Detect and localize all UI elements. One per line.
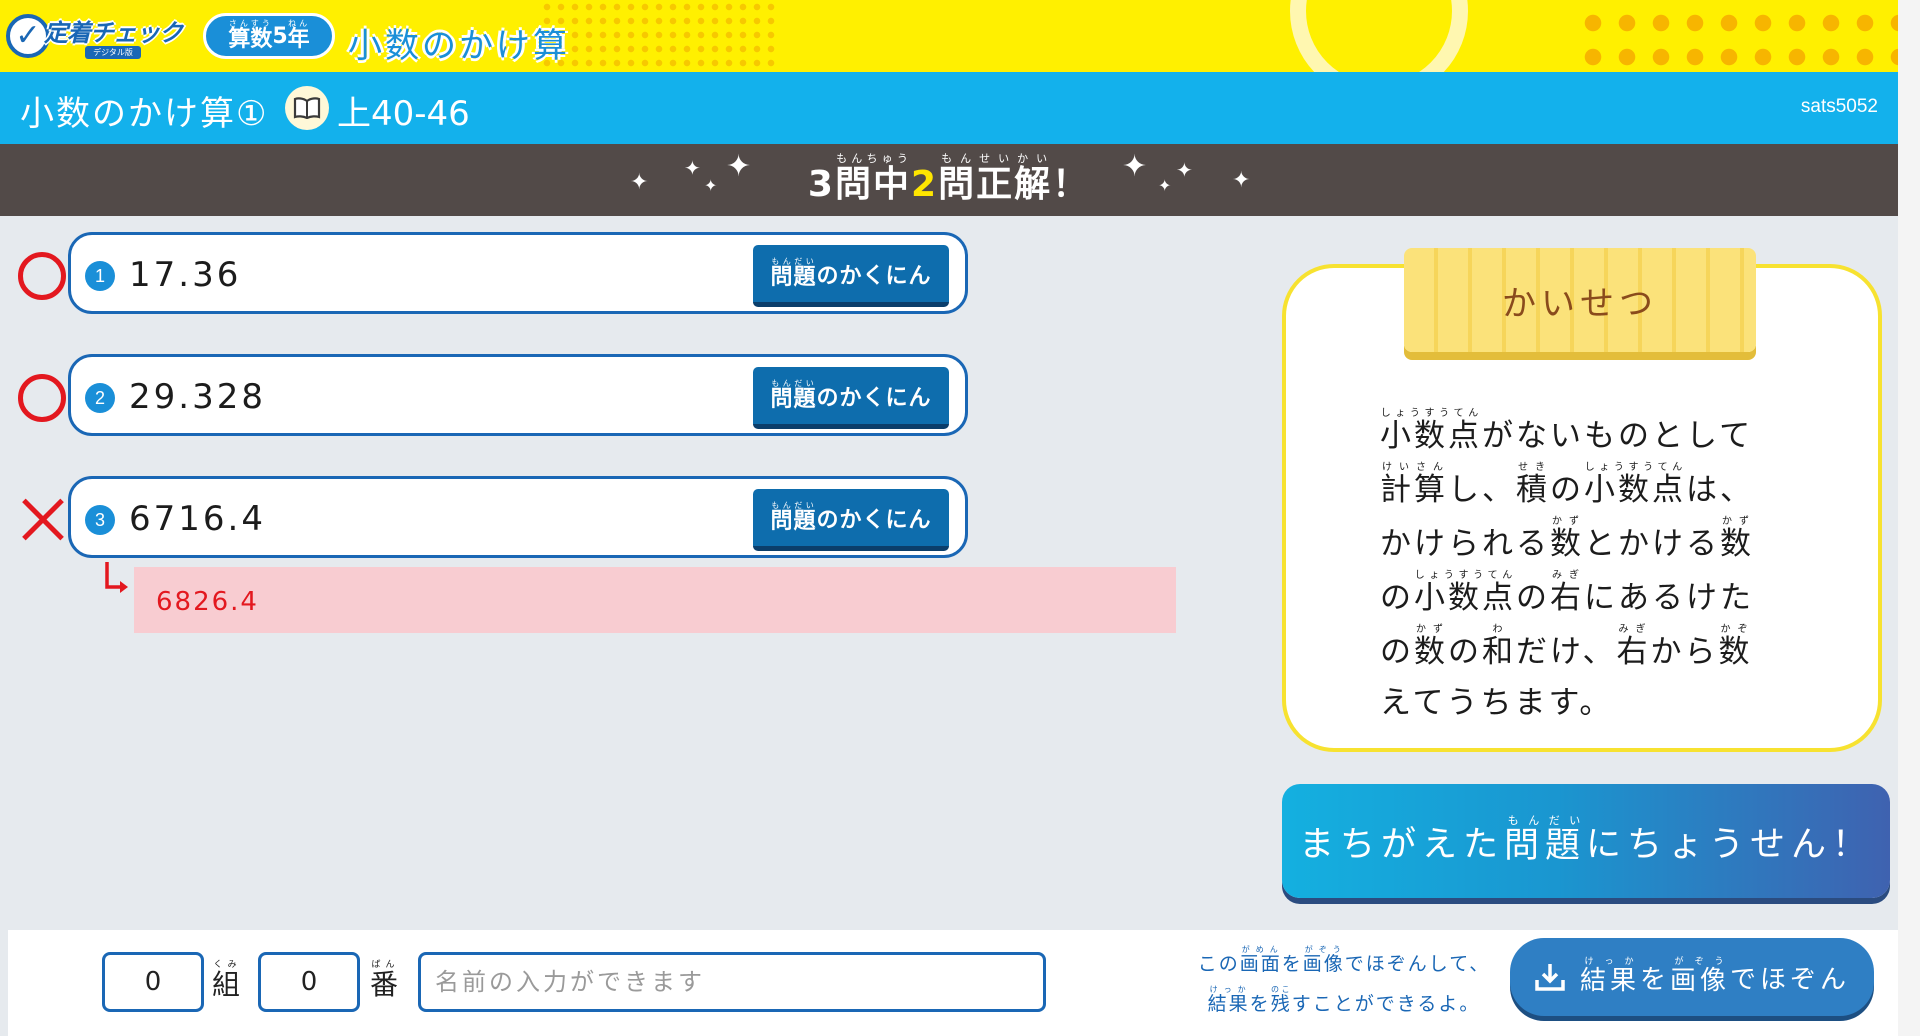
textbook-pages: 上40-46 [337, 94, 470, 134]
answer-row: 2 29.328 問題もんだい のかくにん [68, 354, 968, 436]
question-number: 2 [85, 383, 115, 413]
unit-title: 小数のかけ算① [20, 94, 269, 134]
dot-pattern-decoration [540, 0, 780, 72]
correct-mark-icon [18, 252, 66, 300]
save-hint: この画面がめんを画像がぞうでほぞんして、 結果けっかを残のこすことができるよ。 [1197, 945, 1491, 1015]
score-summary: 3問中もんちゅう2問正解もんせいかい！ [807, 152, 1091, 205]
answer-value: 6716.4 [129, 499, 266, 539]
correct-answer: 6826.4 [134, 567, 1176, 633]
corner-arrow-icon [105, 562, 128, 593]
scrollbar[interactable] [1898, 0, 1920, 1036]
class-label: 組くみ [212, 960, 241, 1001]
correct-count: 2 [911, 164, 939, 205]
grade-badge: 算数さんすう 5 年ねん [203, 13, 335, 59]
explanation-title: かいせつ [1404, 248, 1756, 352]
wrong-mark-icon [18, 496, 66, 544]
question-number: 1 [85, 261, 115, 291]
question-number: 3 [85, 505, 115, 535]
app-logo: ✓ 定着チェック デジタル版 [6, 10, 183, 62]
ring-decoration [1290, 0, 1468, 72]
retry-mistakes-button[interactable]: まちがえた 問題もんだい にちょうせん！ [1282, 784, 1890, 898]
top-header: ✓ 定着チェック デジタル版 算数さんすう 5 年ねん 小数のかけ算 [0, 0, 1898, 72]
check-question-button[interactable]: 問題もんだい のかくにん [753, 367, 949, 429]
class-number-input[interactable] [102, 952, 204, 1012]
sparkle-icon: ✦ [1158, 176, 1172, 195]
unit-code: sats5052 [1800, 96, 1878, 117]
logo-title: 定着チェック [44, 19, 183, 47]
check-question-button[interactable]: 問題もんだい のかくにん [753, 489, 949, 551]
save-image-button[interactable]: 結果けっかを画像がぞう でほぞん [1510, 938, 1874, 1016]
unit-bar: 小数のかけ算① 上40-46 sats5052 [0, 72, 1898, 144]
sparkle-icon: ✦ [1232, 168, 1251, 193]
explanation-text: 小数点しょうすうてんがないものとして 計算けいさんし、積せきの小数点しょうすうて… [1380, 408, 1754, 721]
topic-title: 小数のかけ算 [348, 26, 570, 66]
footer-bar: 組くみ 番ばん この画面がめんを画像がぞうでほぞんして、 結果けっかを残のこすこ… [8, 930, 1898, 1036]
book-icon [285, 86, 329, 130]
answer-value: 29.328 [129, 377, 266, 417]
answer-value: 17.36 [129, 255, 242, 295]
seat-number-input[interactable] [258, 952, 360, 1012]
name-input[interactable] [418, 952, 1046, 1012]
seat-label: 番ばん [370, 960, 399, 1001]
download-icon [1535, 964, 1565, 991]
sparkle-icon: ✦ [1122, 149, 1148, 184]
score-banner: ✦ ✦ ✦ ✦ 3問中もんちゅう2問正解もんせいかい！ ✦ ✦ ✦ ✦ [0, 144, 1898, 216]
correct-mark-icon [18, 374, 66, 422]
sparkle-icon: ✦ [1176, 158, 1193, 182]
answer-row: 1 17.36 問題もんだい のかくにん [68, 232, 968, 314]
logo-subtitle: デジタル版 [85, 46, 141, 59]
explanation-card: かいせつ 小数点しょうすうてんがないものとして 計算けいさんし、積せきの小数点し… [1282, 248, 1882, 752]
answer-row: 3 6716.4 問題もんだい のかくにん [68, 476, 968, 558]
check-question-button[interactable]: 問題もんだい のかくにん [753, 245, 949, 307]
dot-pattern-decoration [1570, 0, 1898, 72]
